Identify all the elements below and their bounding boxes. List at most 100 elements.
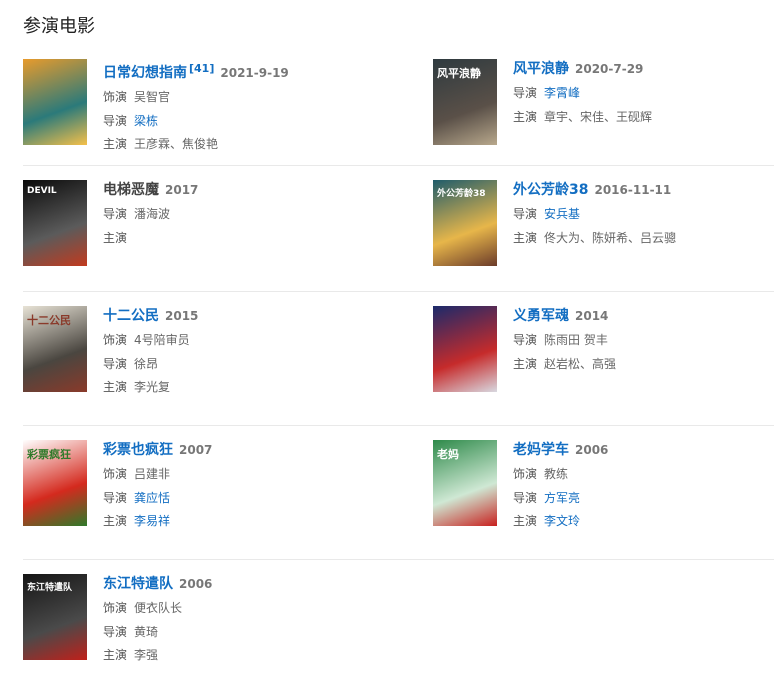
role-value: 吴智官 [134, 90, 171, 104]
cast-label: 主演 [103, 648, 128, 662]
cast-line: 主演 李文玲 [513, 510, 608, 534]
citation-link[interactable]: [41] [189, 62, 214, 75]
director-line: 导演 黄琦 [103, 621, 212, 645]
director-label: 导演 [513, 86, 538, 100]
section-title: 参演电影 [23, 16, 95, 37]
movie-title-link[interactable]: 老妈学车 [513, 442, 569, 458]
role-value: 吕建非 [134, 467, 171, 481]
director-label: 导演 [103, 207, 128, 221]
release-date: 2015 [165, 309, 199, 323]
poster-title-art: 彩票疯狂 [27, 448, 71, 461]
movie-title-link: 电梯恶魔 [103, 182, 159, 198]
movie-poster[interactable]: 外公芳龄38 [433, 180, 497, 266]
movie-entry: 日常幻想指南 [41] 2021-9-19 饰演 吴智官 导演 梁栋 主演 王彦霖、焦俊艳 [23, 57, 433, 165]
director-line: 导演 李霄峰 [513, 82, 652, 106]
cast-line: 主演 王彦霖、焦俊艳 [103, 133, 289, 157]
role-label: 饰演 [103, 601, 128, 615]
movie-poster[interactable]: 东江特遣队 [23, 574, 87, 660]
movie-title-link[interactable]: 日常幻想指南 [103, 65, 187, 81]
movie-poster[interactable]: 风平浪静 [433, 59, 497, 145]
movie-row: 东江特遣队 东江特遣队 2006 饰演 便衣队长 导演 黄琦 主演 李强 [23, 560, 774, 685]
release-date: 2006 [575, 443, 609, 457]
director-line: 导演 潘海波 [103, 203, 198, 227]
role-label: 饰演 [103, 467, 128, 481]
cast-label: 主演 [103, 137, 128, 151]
release-date: 2006 [179, 577, 213, 591]
director-value: 徐昂 [134, 356, 159, 371]
role-label: 饰演 [103, 90, 128, 104]
role-label: 饰演 [103, 333, 128, 347]
poster-title-art: 风平浪静 [437, 67, 481, 80]
cast-line: 主演 佟大为、陈妍希、吕云骢 [513, 227, 676, 251]
role-line: 饰演 吴智官 [103, 86, 289, 110]
movie-poster[interactable]: DEVIL [23, 180, 87, 266]
poster-title-art: 老妈 [437, 448, 459, 461]
director-label: 导演 [103, 356, 128, 371]
movie-info: 日常幻想指南 [41] 2021-9-19 饰演 吴智官 导演 梁栋 主演 王彦霖、焦俊艳 [103, 59, 289, 165]
director-value[interactable]: 龚应恬 [134, 491, 170, 505]
role-value: 4号陪审员 [134, 333, 190, 347]
cast-value: 佟大为、陈妍希、吕云骢 [544, 230, 677, 245]
director-value: 陈雨田 贺丰 [544, 333, 608, 347]
movie-poster[interactable] [433, 306, 497, 392]
role-line: 饰演 吕建非 [103, 463, 212, 487]
cast-label: 主演 [103, 230, 128, 245]
cast-line: 主演 章宇、宋佳、王砚辉 [513, 106, 652, 130]
release-date: 2007 [179, 443, 213, 457]
movie-poster[interactable] [23, 59, 87, 145]
director-label: 导演 [103, 624, 128, 639]
cast-label: 主演 [513, 230, 538, 245]
title-line: 老妈学车 2006 [513, 440, 608, 460]
director-value[interactable]: 方军亮 [544, 491, 580, 505]
poster-title-art: 东江特遣队 [27, 583, 73, 593]
movie-title-link[interactable]: 义勇军魂 [513, 308, 569, 324]
title-line: 日常幻想指南 [41] 2021-9-19 [103, 59, 289, 83]
director-value[interactable]: 梁栋 [134, 114, 158, 128]
movie-title-link[interactable]: 十二公民 [103, 308, 159, 324]
movie-row: 日常幻想指南 [41] 2021-9-19 饰演 吴智官 导演 梁栋 主演 王彦霖、焦俊艳 风平浪… [23, 57, 774, 166]
movie-poster[interactable]: 老妈 [433, 440, 497, 526]
movie-poster[interactable]: 彩票疯狂 [23, 440, 87, 526]
movie-entry: 十二公民 十二公民 2015 饰演 4号陪审员 导演 徐昂 主演 李光复 [23, 304, 433, 425]
movie-info: 义勇军魂 2014 导演 陈雨田 贺丰主演 赵岩松、高强 [513, 306, 616, 425]
movie-entry: 义勇军魂 2014 导演 陈雨田 贺丰主演 赵岩松、高强 [433, 304, 774, 425]
director-label: 导演 [513, 333, 538, 347]
release-date: 2017 [165, 183, 199, 197]
title-line: 外公芳龄38 2016-11-11 [513, 180, 676, 200]
cast-line: 主演 李易祥 [103, 510, 212, 534]
movie-entry: 东江特遣队 东江特遣队 2006 饰演 便衣队长 导演 黄琦 主演 李强 [23, 572, 433, 685]
cast-label: 主演 [513, 514, 538, 528]
cast-value: 李光复 [134, 380, 171, 394]
movie-row: 十二公民 十二公民 2015 饰演 4号陪审员 导演 徐昂 主演 李光复 义勇军魂 2014 导演 陈雨… [23, 292, 774, 426]
cast-value[interactable]: 李易祥 [134, 514, 170, 528]
movie-info: 电梯恶魔 2017 导演 潘海波 主演 [103, 180, 198, 291]
movie-title-link[interactable]: 风平浪静 [513, 61, 569, 77]
role-line: 饰演 教练 [513, 463, 608, 487]
movie-title-link[interactable]: 彩票也疯狂 [103, 442, 173, 458]
title-line: 东江特遣队 2006 [103, 574, 212, 594]
role-value: 便衣队长 [134, 601, 183, 615]
director-value[interactable]: 李霄峰 [544, 86, 580, 100]
director-value: 黄琦 [134, 624, 159, 639]
release-date: 2014 [575, 309, 609, 323]
role-value: 教练 [544, 467, 569, 481]
cast-label: 主演 [513, 109, 538, 124]
movie-title-link[interactable]: 东江特遣队 [103, 576, 173, 592]
cast-line: 主演 赵岩松、高强 [513, 353, 616, 377]
movie-entry: 彩票疯狂 彩票也疯狂 2007 饰演 吕建非 导演 龚应恬 主演 李易祥 [23, 438, 433, 559]
movie-entry: 风平浪静 风平浪静 2020-7-29 导演 李霄峰 主演 章宇、宋佳、王砚辉 [433, 57, 774, 165]
poster-title-art: 外公芳龄38 [437, 189, 486, 199]
cast-line: 主演 [103, 227, 198, 251]
movie-row: DEVIL 电梯恶魔 2017 导演 潘海波 主演 外公芳龄38 外公芳龄38 2016-11-… [23, 166, 774, 292]
movie-poster[interactable]: 十二公民 [23, 306, 87, 392]
role-line: 饰演 4号陪审员 [103, 329, 198, 353]
movie-entry: DEVIL 电梯恶魔 2017 导演 潘海波 主演 [23, 178, 433, 291]
movie-title-link[interactable]: 外公芳龄38 [513, 182, 588, 198]
director-value: 潘海波 [134, 207, 171, 221]
movie-row: 彩票疯狂 彩票也疯狂 2007 饰演 吕建非 导演 龚应恬 主演 李易祥 老妈 老妈学车 2006 饰演… [23, 426, 774, 560]
movie-info: 东江特遣队 2006 饰演 便衣队长 导演 黄琦 主演 李强 [103, 574, 212, 685]
director-label: 导演 [513, 490, 538, 505]
director-label: 导演 [103, 113, 128, 128]
director-value[interactable]: 安兵基 [544, 207, 580, 221]
cast-value[interactable]: 李文玲 [544, 514, 580, 528]
